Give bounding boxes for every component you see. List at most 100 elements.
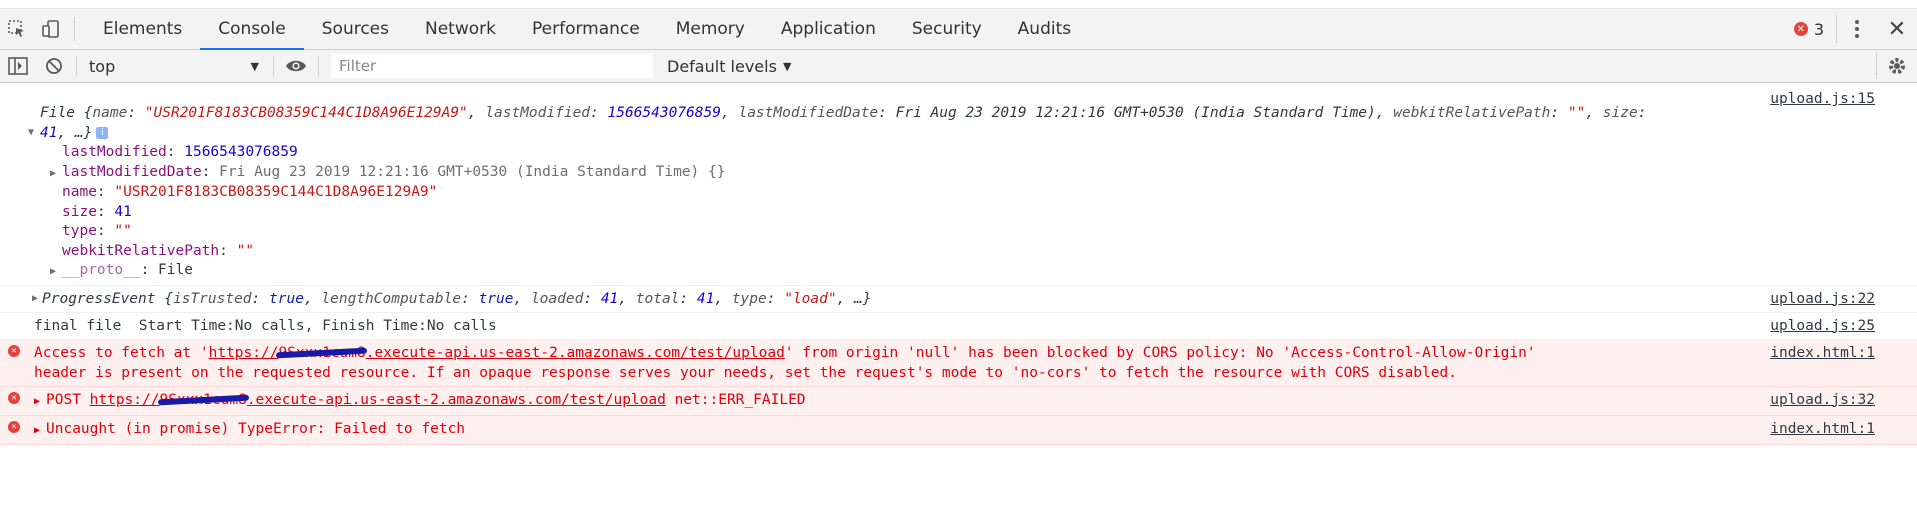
- obj-value: 1566543076859: [607, 105, 722, 121]
- error-text: Uncaught (in promise) TypeError: Failed …: [46, 420, 466, 437]
- redacted-url-part: 9Sxxx1cum8: [159, 391, 247, 408]
- prop-row: type: "": [62, 223, 132, 239]
- expand-triangle-icon[interactable]: ▶: [32, 289, 42, 309]
- obj-key: size: [1602, 105, 1638, 121]
- obj-key: lastModifiedDate: [738, 105, 879, 121]
- obj-value: "": [1567, 105, 1586, 121]
- source-link[interactable]: upload.js:32: [1770, 390, 1875, 410]
- source-link[interactable]: upload.js:25: [1770, 316, 1875, 336]
- error-count: 3: [1813, 19, 1824, 39]
- console-settings-gear-icon[interactable]: [1876, 53, 1917, 79]
- url-part: https://: [208, 344, 279, 361]
- error-counter[interactable]: ✕ 3: [1782, 20, 1836, 39]
- prop-value: File: [158, 262, 193, 278]
- obj-value: 41: [40, 125, 58, 141]
- expand-triangle-icon[interactable]: ▶: [50, 262, 60, 282]
- prop-key: webkitRelativePath: [62, 242, 220, 259]
- window-top-strip: [0, 0, 1917, 9]
- prop-row: webkitRelativePath: "": [62, 242, 255, 259]
- prop-row: name: "USR201F8183CB08359C144C1D8A96E129…: [62, 184, 438, 200]
- expand-triangle-icon[interactable]: ▶: [50, 164, 60, 184]
- obj-value: Fri Aug 23 2019 12:21:16 GMT+0530 (India…: [895, 105, 1376, 121]
- obj-value: true: [269, 290, 304, 307]
- object-class: ProgressEvent: [42, 290, 156, 307]
- tab-audits[interactable]: Audits: [1000, 9, 1089, 49]
- prop-value: Fri Aug 23 2019 12:21:16 GMT+0530 (India…: [219, 163, 726, 180]
- obj-key: lengthComputable: [321, 290, 462, 307]
- tab-memory[interactable]: Memory: [658, 9, 763, 49]
- obj-key: name: [92, 105, 128, 121]
- obj-value: 41: [696, 290, 715, 307]
- inspect-element-icon[interactable]: [0, 9, 34, 49]
- obj-key: type: [731, 290, 767, 307]
- expand-triangle-icon[interactable]: ▶: [34, 421, 44, 441]
- console-toolbar: top ▼ Default levels ▼: [0, 50, 1917, 83]
- toolbar-divider: [76, 56, 77, 76]
- show-sidebar-icon[interactable]: [0, 57, 36, 75]
- devtools-tabbar: Elements Console Sources Network Perform…: [0, 9, 1917, 50]
- obj-key: loaded: [530, 290, 584, 307]
- chevron-down-icon: ▼: [782, 59, 792, 73]
- error-text: header is present on the requested resou…: [34, 364, 1457, 381]
- filter-input[interactable]: [331, 54, 653, 78]
- redacted-url-part: 9Sxxx1cum8: [278, 344, 366, 361]
- log-levels-label: Default levels: [667, 56, 777, 76]
- object-class: File: [40, 105, 84, 121]
- obj-value: "USR201F8183CB08359C144C1D8A96E129A9": [144, 105, 468, 121]
- log-levels-dropdown[interactable]: Default levels ▼: [661, 57, 797, 76]
- url-part: .execute-api.us-east-2.amazonaws.com/tes…: [246, 391, 666, 408]
- error-message-uncaught[interactable]: ✕ index.html:1 ▶ Uncaught (in promise) Ty…: [0, 415, 1917, 445]
- prop-value: "": [114, 223, 132, 239]
- prop-row[interactable]: ▶ lastModifiedDate: Fri Aug 23 2019 12:21…: [50, 163, 1727, 184]
- error-url-link[interactable]: https://9Sxxx1cum8.execute-api.us-east-2…: [209, 345, 785, 361]
- tab-elements[interactable]: Elements: [85, 9, 200, 49]
- obj-key: total: [635, 290, 680, 307]
- source-link[interactable]: index.html:1: [1770, 343, 1875, 363]
- tab-application[interactable]: Application: [763, 9, 894, 49]
- close-devtools-icon[interactable]: ✕: [1877, 17, 1917, 42]
- source-link[interactable]: index.html:1: [1770, 419, 1875, 439]
- context-selector-value: top: [89, 56, 116, 76]
- log-message-progress[interactable]: upload.js:22 ▶ ProgressEvent {isTrusted:…: [0, 286, 1917, 313]
- error-icon: ✕: [8, 420, 20, 433]
- device-toolbar-icon[interactable]: [34, 9, 68, 49]
- source-link[interactable]: upload.js:22: [1770, 289, 1875, 309]
- info-icon[interactable]: i: [96, 127, 109, 139]
- log-message-file: upload.js:15 ▼ File {name: "USR201F8183C…: [0, 83, 1917, 286]
- http-method: POST: [46, 391, 81, 408]
- prop-value: "USR201F8183CB08359C144C1D8A96E129A9": [114, 184, 438, 200]
- obj-value: 41: [600, 290, 619, 307]
- chevron-down-icon: ▼: [250, 59, 259, 73]
- toolbar-divider: [273, 56, 274, 76]
- error-text: ' from origin 'null' has been blocked by…: [784, 344, 1536, 361]
- prop-key: lastModifiedDate: [62, 163, 202, 180]
- context-selector[interactable]: top ▼: [81, 57, 269, 76]
- expand-triangle-icon[interactable]: ▶: [34, 392, 44, 412]
- source-link[interactable]: upload.js:15: [1770, 89, 1875, 109]
- prop-row: lastModified: 1566543076859: [62, 144, 298, 160]
- prop-value: 1566543076859: [184, 144, 298, 160]
- tab-network[interactable]: Network: [407, 9, 514, 49]
- url-part: https://: [89, 391, 160, 408]
- tab-sources[interactable]: Sources: [304, 9, 407, 49]
- error-message-post[interactable]: ✕ upload.js:32 ▶ POST https://9Sxxx1cum8.…: [0, 386, 1917, 416]
- prop-key: name: [62, 184, 97, 200]
- more-options-icon[interactable]: [1836, 15, 1877, 43]
- log-text: final file Start Time:No calls, Finish T…: [34, 317, 497, 334]
- prop-value: "": [236, 242, 255, 259]
- clear-console-icon[interactable]: [36, 57, 72, 75]
- url-part: .execute-api.us-east-2.amazonaws.com/tes…: [365, 344, 785, 361]
- file-properties: lastModified: 1566543076859 ▶ lastModifie…: [40, 143, 1727, 282]
- tabbar-right: ✕ 3 ✕: [1782, 9, 1917, 49]
- tab-console[interactable]: Console: [200, 9, 304, 50]
- error-url-link[interactable]: https://9Sxxx1cum8.execute-api.us-east-2…: [90, 392, 666, 408]
- live-expression-eye-icon[interactable]: [278, 59, 314, 73]
- obj-value: true: [478, 290, 514, 307]
- prop-row: size: 41: [62, 203, 132, 220]
- prop-row[interactable]: ▶ __proto__: File: [50, 261, 1727, 282]
- obj-key: webkitRelativePath: [1393, 105, 1551, 121]
- tab-security[interactable]: Security: [894, 9, 1000, 49]
- file-object-summary[interactable]: ▼ File {name: "USR201F8183CB08359C144C1D…: [28, 89, 1727, 143]
- tab-performance[interactable]: Performance: [514, 9, 658, 49]
- expand-triangle-icon[interactable]: ▼: [28, 123, 38, 143]
